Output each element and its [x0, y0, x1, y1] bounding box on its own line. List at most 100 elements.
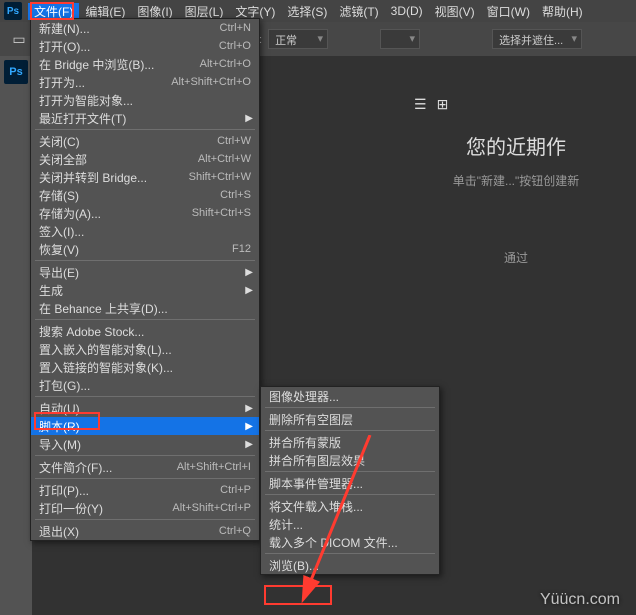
menu-item-label: 打开为智能对象...: [39, 92, 251, 109]
ps-icon[interactable]: ▭: [8, 28, 30, 50]
menu-item-label: 关闭全部: [39, 151, 198, 168]
menu-item-label: 导入(M): [39, 436, 251, 453]
menu-选择(S)[interactable]: 选择(S): [281, 3, 333, 20]
menu-shortcut: Alt+Shift+Ctrl+O: [171, 76, 251, 88]
menu-item[interactable]: 置入嵌入的智能对象(L)...: [31, 340, 259, 358]
menu-视图(V)[interactable]: 视图(V): [429, 3, 481, 20]
chevron-right-icon: ▶: [245, 421, 253, 432]
select-mask-button[interactable]: 选择并遮住...: [492, 29, 582, 49]
menu-帮助(H)[interactable]: 帮助(H): [536, 3, 589, 20]
menu-item[interactable]: 导出(E)▶: [31, 263, 259, 281]
menu-divider: [265, 494, 435, 495]
menu-item-label: 关闭并转到 Bridge...: [39, 169, 189, 186]
menu-item[interactable]: 签入(I)...: [31, 222, 259, 240]
menu-item[interactable]: 自动(U)▶: [31, 399, 259, 417]
menu-item[interactable]: 打印(P)...Ctrl+P: [31, 481, 259, 499]
menu-item-label: 打印一份(Y): [39, 500, 172, 517]
menu-item[interactable]: 导入(M)▶: [31, 435, 259, 453]
ps-logo-icon: Ps: [4, 2, 22, 20]
menu-滤镜(T)[interactable]: 滤镜(T): [333, 3, 384, 20]
menu-item[interactable]: 脚本事件管理器...: [261, 474, 439, 492]
chevron-right-icon: ▶: [245, 267, 253, 278]
file-menu: 新建(N)...Ctrl+N打开(O)...Ctrl+O在 Bridge 中浏览…: [30, 18, 260, 541]
menu-item-label: 恢复(V): [39, 241, 232, 258]
menu-shortcut: Ctrl+N: [220, 22, 251, 34]
menu-item[interactable]: 打开(O)...Ctrl+O: [31, 37, 259, 55]
menu-item-label: 在 Bridge 中浏览(B)...: [39, 56, 200, 73]
menu-item-label: 将文件载入堆栈...: [269, 498, 431, 515]
welcome-hint2: 通过: [412, 249, 620, 266]
welcome-hint: 单击"新建..."按钮创建新: [412, 172, 620, 189]
menu-item[interactable]: 浏览(B)...: [261, 556, 439, 574]
menu-item[interactable]: 关闭并转到 Bridge...Shift+Ctrl+W: [31, 168, 259, 186]
menu-item[interactable]: 删除所有空图层: [261, 410, 439, 428]
menu-item-label: 拼合所有图层效果: [269, 452, 431, 469]
menu-item[interactable]: 统计...: [261, 515, 439, 533]
menu-shortcut: Shift+Ctrl+S: [192, 207, 251, 219]
menu-shortcut: Shift+Ctrl+W: [189, 171, 251, 183]
menu-item[interactable]: 关闭全部Alt+Ctrl+W: [31, 150, 259, 168]
grid-view-icon[interactable]: ⊞: [437, 96, 449, 113]
menu-item-label: 浏览(B)...: [269, 557, 431, 574]
menu-shortcut: Alt+Shift+Ctrl+P: [172, 502, 251, 514]
menu-item[interactable]: 图像处理器...: [261, 387, 439, 405]
menu-item[interactable]: 打印一份(Y)Alt+Shift+Ctrl+P: [31, 499, 259, 517]
menu-item-label: 存储(S): [39, 187, 220, 204]
menu-图层(L)[interactable]: 图层(L): [179, 3, 230, 20]
menu-item[interactable]: 恢复(V)F12: [31, 240, 259, 258]
menu-divider: [35, 478, 255, 479]
menu-item[interactable]: 最近打开文件(T)▶: [31, 109, 259, 127]
menu-shortcut: Ctrl+O: [219, 40, 251, 52]
menu-item-label: 搜索 Adobe Stock...: [39, 323, 251, 340]
script-submenu: 图像处理器... 删除所有空图层拼合所有蒙版拼合所有图层效果脚本事件管理器... 将…: [260, 386, 440, 575]
menu-shortcut: Ctrl+P: [220, 484, 251, 496]
menu-窗口(W)[interactable]: 窗口(W): [481, 3, 536, 20]
menu-item-label: 置入链接的智能对象(K)...: [39, 359, 251, 376]
menu-item[interactable]: 打包(G)...: [31, 376, 259, 394]
menu-item[interactable]: 拼合所有图层效果: [261, 451, 439, 469]
menu-item[interactable]: 在 Behance 上共享(D)...: [31, 299, 259, 317]
menu-item[interactable]: 文件简介(F)...Alt+Shift+Ctrl+I: [31, 458, 259, 476]
menu-shortcut: Ctrl+Q: [219, 525, 251, 537]
menu-item-label: 退出(X): [39, 523, 219, 540]
menu-shortcut: Ctrl+S: [220, 189, 251, 201]
menu-item[interactable]: 脚本(R)▶: [31, 417, 259, 435]
menu-shortcut: F12: [232, 243, 251, 255]
menu-item-label: 置入嵌入的智能对象(L)...: [39, 341, 251, 358]
menu-item[interactable]: 新建(N)...Ctrl+N: [31, 19, 259, 37]
menu-文件(F)[interactable]: 文件(F): [28, 3, 79, 20]
menu-item[interactable]: 生成▶: [31, 281, 259, 299]
menu-item[interactable]: 置入链接的智能对象(K)...: [31, 358, 259, 376]
ps-tool-icon[interactable]: Ps: [4, 60, 28, 84]
menu-item-label: 图像处理器...: [269, 388, 431, 405]
menu-item-label: 新建(N)...: [39, 20, 220, 37]
menu-item[interactable]: 打开为...Alt+Shift+Ctrl+O: [31, 73, 259, 91]
style-dropdown[interactable]: 正常: [268, 29, 328, 49]
menu-item-label: 文件简介(F)...: [39, 459, 177, 476]
menu-divider: [265, 430, 435, 431]
menu-item-label: 存储为(A)...: [39, 205, 192, 222]
width-dropdown[interactable]: [380, 29, 420, 49]
menu-item-label: 脚本(R): [39, 418, 251, 435]
menu-item[interactable]: 拼合所有蒙版: [261, 433, 439, 451]
menu-item[interactable]: 存储为(A)...Shift+Ctrl+S: [31, 204, 259, 222]
menu-item[interactable]: 搜索 Adobe Stock...: [31, 322, 259, 340]
menu-item-label: 打开为...: [39, 74, 171, 91]
menu-item[interactable]: 载入多个 DICOM 文件...: [261, 533, 439, 551]
menu-item-label: 脚本事件管理器...: [269, 475, 431, 492]
welcome-panel: ☰ ⊞ 您的近期作 单击"新建..."按钮创建新 通过: [396, 80, 636, 282]
list-view-icon[interactable]: ☰: [414, 96, 427, 113]
menu-item[interactable]: 退出(X)Ctrl+Q: [31, 522, 259, 540]
chevron-right-icon: ▶: [245, 285, 253, 296]
menu-3D(D)[interactable]: 3D(D): [385, 4, 429, 18]
menu-item[interactable]: 存储(S)Ctrl+S: [31, 186, 259, 204]
menu-item[interactable]: 将文件载入堆栈...: [261, 497, 439, 515]
menu-divider: [265, 553, 435, 554]
menu-图像(I)[interactable]: 图像(I): [131, 3, 178, 20]
menu-item[interactable]: 打开为智能对象...: [31, 91, 259, 109]
menu-item[interactable]: 关闭(C)Ctrl+W: [31, 132, 259, 150]
menu-item[interactable]: 在 Bridge 中浏览(B)...Alt+Ctrl+O: [31, 55, 259, 73]
menu-item-label: 导出(E): [39, 264, 251, 281]
menu-编辑(E)[interactable]: 编辑(E): [79, 3, 131, 20]
menu-文字(Y)[interactable]: 文字(Y): [229, 3, 281, 20]
